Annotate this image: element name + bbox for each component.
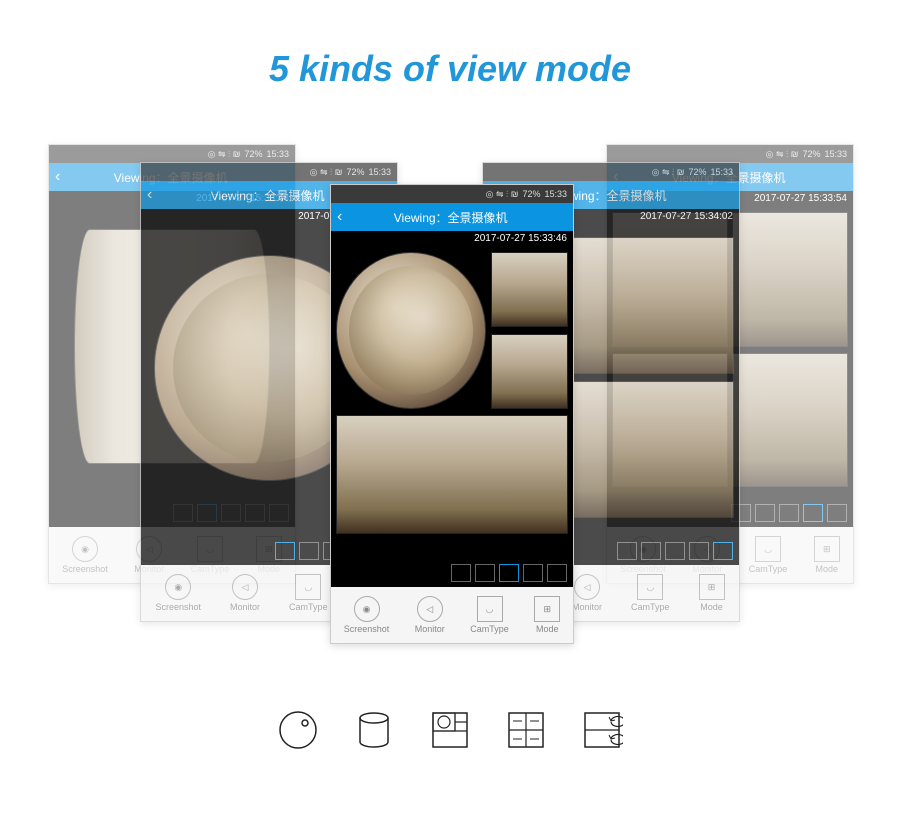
speaker-icon: ◁ (584, 582, 591, 593)
phone-screenshot-center: ◎ ⇋ ⫶ ₪ 72% 15:33 ‹ Viewing：全景摄像机 2017-0… (330, 184, 574, 644)
screenshot-button[interactable]: ◉Screenshot (155, 574, 201, 612)
status-icons: ◎ ⇋ ⫶ ₪ (310, 167, 343, 178)
speaker-icon: ◁ (426, 604, 433, 615)
status-time: 15:33 (710, 167, 733, 177)
battery-text: 72% (802, 149, 820, 159)
battery-text: 72% (346, 167, 364, 177)
mode-fisheye-icon[interactable] (451, 564, 471, 582)
grid-icon: ⊞ (543, 604, 551, 615)
statusbar: ◎ ⇋ ⫶ ₪ 72% 15:33 (331, 185, 573, 203)
status-icons: ◎ ⇋ ⫶ ₪ (486, 189, 519, 200)
back-icon[interactable]: ‹ (55, 168, 60, 186)
mode-timeshift-icon[interactable] (713, 542, 733, 560)
dome-icon: ◡ (646, 582, 654, 593)
mode-quad-icon[interactable] (523, 564, 543, 582)
legend-timeshift-icon (578, 706, 626, 754)
mode-fisheye-icon[interactable] (275, 542, 295, 560)
mode-selector (331, 559, 573, 587)
status-icons: ◎ ⇋ ⫶ ₪ (652, 167, 685, 178)
camera-icon: ◉ (81, 544, 89, 555)
status-icons: ◎ ⇋ ⫶ ₪ (208, 149, 241, 160)
toolbar: ◉Screenshot ◁Monitor ◡CamType ⊞Mode (331, 587, 573, 643)
camtype-button[interactable]: ◡CamType (631, 574, 670, 612)
monitor-button[interactable]: ◁Monitor (415, 596, 445, 634)
mode-fisheye-icon[interactable] (617, 542, 637, 560)
status-icons: ◎ ⇋ ⫶ ₪ (766, 149, 799, 160)
mode-cylinder-icon[interactable] (299, 542, 319, 560)
mode-quad-icon[interactable] (689, 542, 709, 560)
legend-fisheye-icon (274, 706, 322, 754)
camtype-button[interactable]: ◡CamType (289, 574, 328, 612)
grid-icon: ⊞ (823, 544, 831, 555)
speaker-icon: ◁ (242, 582, 249, 593)
header-title: Viewing：全景摄像机 (350, 209, 551, 226)
mode-button[interactable]: ⊞Mode (814, 536, 840, 574)
mode-quad-icon[interactable] (803, 504, 823, 522)
dome-icon: ◡ (486, 604, 494, 615)
dome-icon: ◡ (304, 582, 312, 593)
camtype-button[interactable]: ◡CamType (749, 536, 788, 574)
mode-multigrid-icon[interactable] (665, 542, 685, 560)
screenshot-button[interactable]: ◉Screenshot (344, 596, 390, 634)
grid-icon: ⊞ (708, 582, 716, 593)
phones-row: ◎ ⇋ ⫶ ₪ 72% 15:33 ‹ Viewing：全景摄像机 2017-0… (0, 114, 900, 674)
back-icon[interactable]: ‹ (147, 186, 152, 204)
back-icon[interactable]: ‹ (337, 208, 342, 226)
status-time: 15:33 (544, 189, 567, 199)
camtype-button[interactable]: ◡CamType (470, 596, 509, 634)
mode-button[interactable]: ⊞Mode (699, 574, 725, 612)
battery-text: 72% (244, 149, 262, 159)
timestamp: 2017-07-27 15:33:46 (331, 231, 573, 246)
monitor-button[interactable]: ◁Monitor (230, 574, 260, 612)
mode-multigrid-icon[interactable] (499, 564, 519, 582)
app-header: ‹ Viewing：全景摄像机 (331, 203, 573, 231)
status-time: 15:33 (266, 149, 289, 159)
mode-multigrid-icon[interactable] (779, 504, 799, 522)
mode-cylinder-icon[interactable] (755, 504, 775, 522)
monitor-button[interactable]: ◁Monitor (572, 574, 602, 612)
battery-text: 72% (688, 167, 706, 177)
legend-multigrid-icon (426, 706, 474, 754)
mode-legend (0, 706, 900, 754)
legend-cylinder-icon (350, 706, 398, 754)
status-time: 15:33 (824, 149, 847, 159)
legend-quad-icon (502, 706, 550, 754)
mode-timeshift-icon[interactable] (547, 564, 567, 582)
camera-icon: ◉ (363, 604, 371, 615)
statusbar: ◎ ⇋ ⫶ ₪ 72% 15:33 (141, 163, 397, 181)
camera-viewport[interactable] (331, 246, 573, 559)
statusbar: ◎ ⇋ ⫶ ₪ 72% 15:33 (607, 145, 853, 163)
mode-cylinder-icon[interactable] (475, 564, 495, 582)
dome-icon: ◡ (764, 544, 772, 555)
camera-icon: ◉ (174, 582, 182, 593)
mode-cylinder-icon[interactable] (641, 542, 661, 560)
statusbar: ◎ ⇋ ⫶ ₪ 72% 15:33 (483, 163, 739, 181)
screenshot-button[interactable]: ◉Screenshot (62, 536, 108, 574)
status-time: 15:33 (368, 167, 391, 177)
battery-text: 72% (522, 189, 540, 199)
statusbar: ◎ ⇋ ⫶ ₪ 72% 15:33 (49, 145, 295, 163)
mode-timeshift-icon[interactable] (827, 504, 847, 522)
page-title: 5 kinds of view mode (0, 0, 900, 90)
mode-button[interactable]: ⊞Mode (534, 596, 560, 634)
